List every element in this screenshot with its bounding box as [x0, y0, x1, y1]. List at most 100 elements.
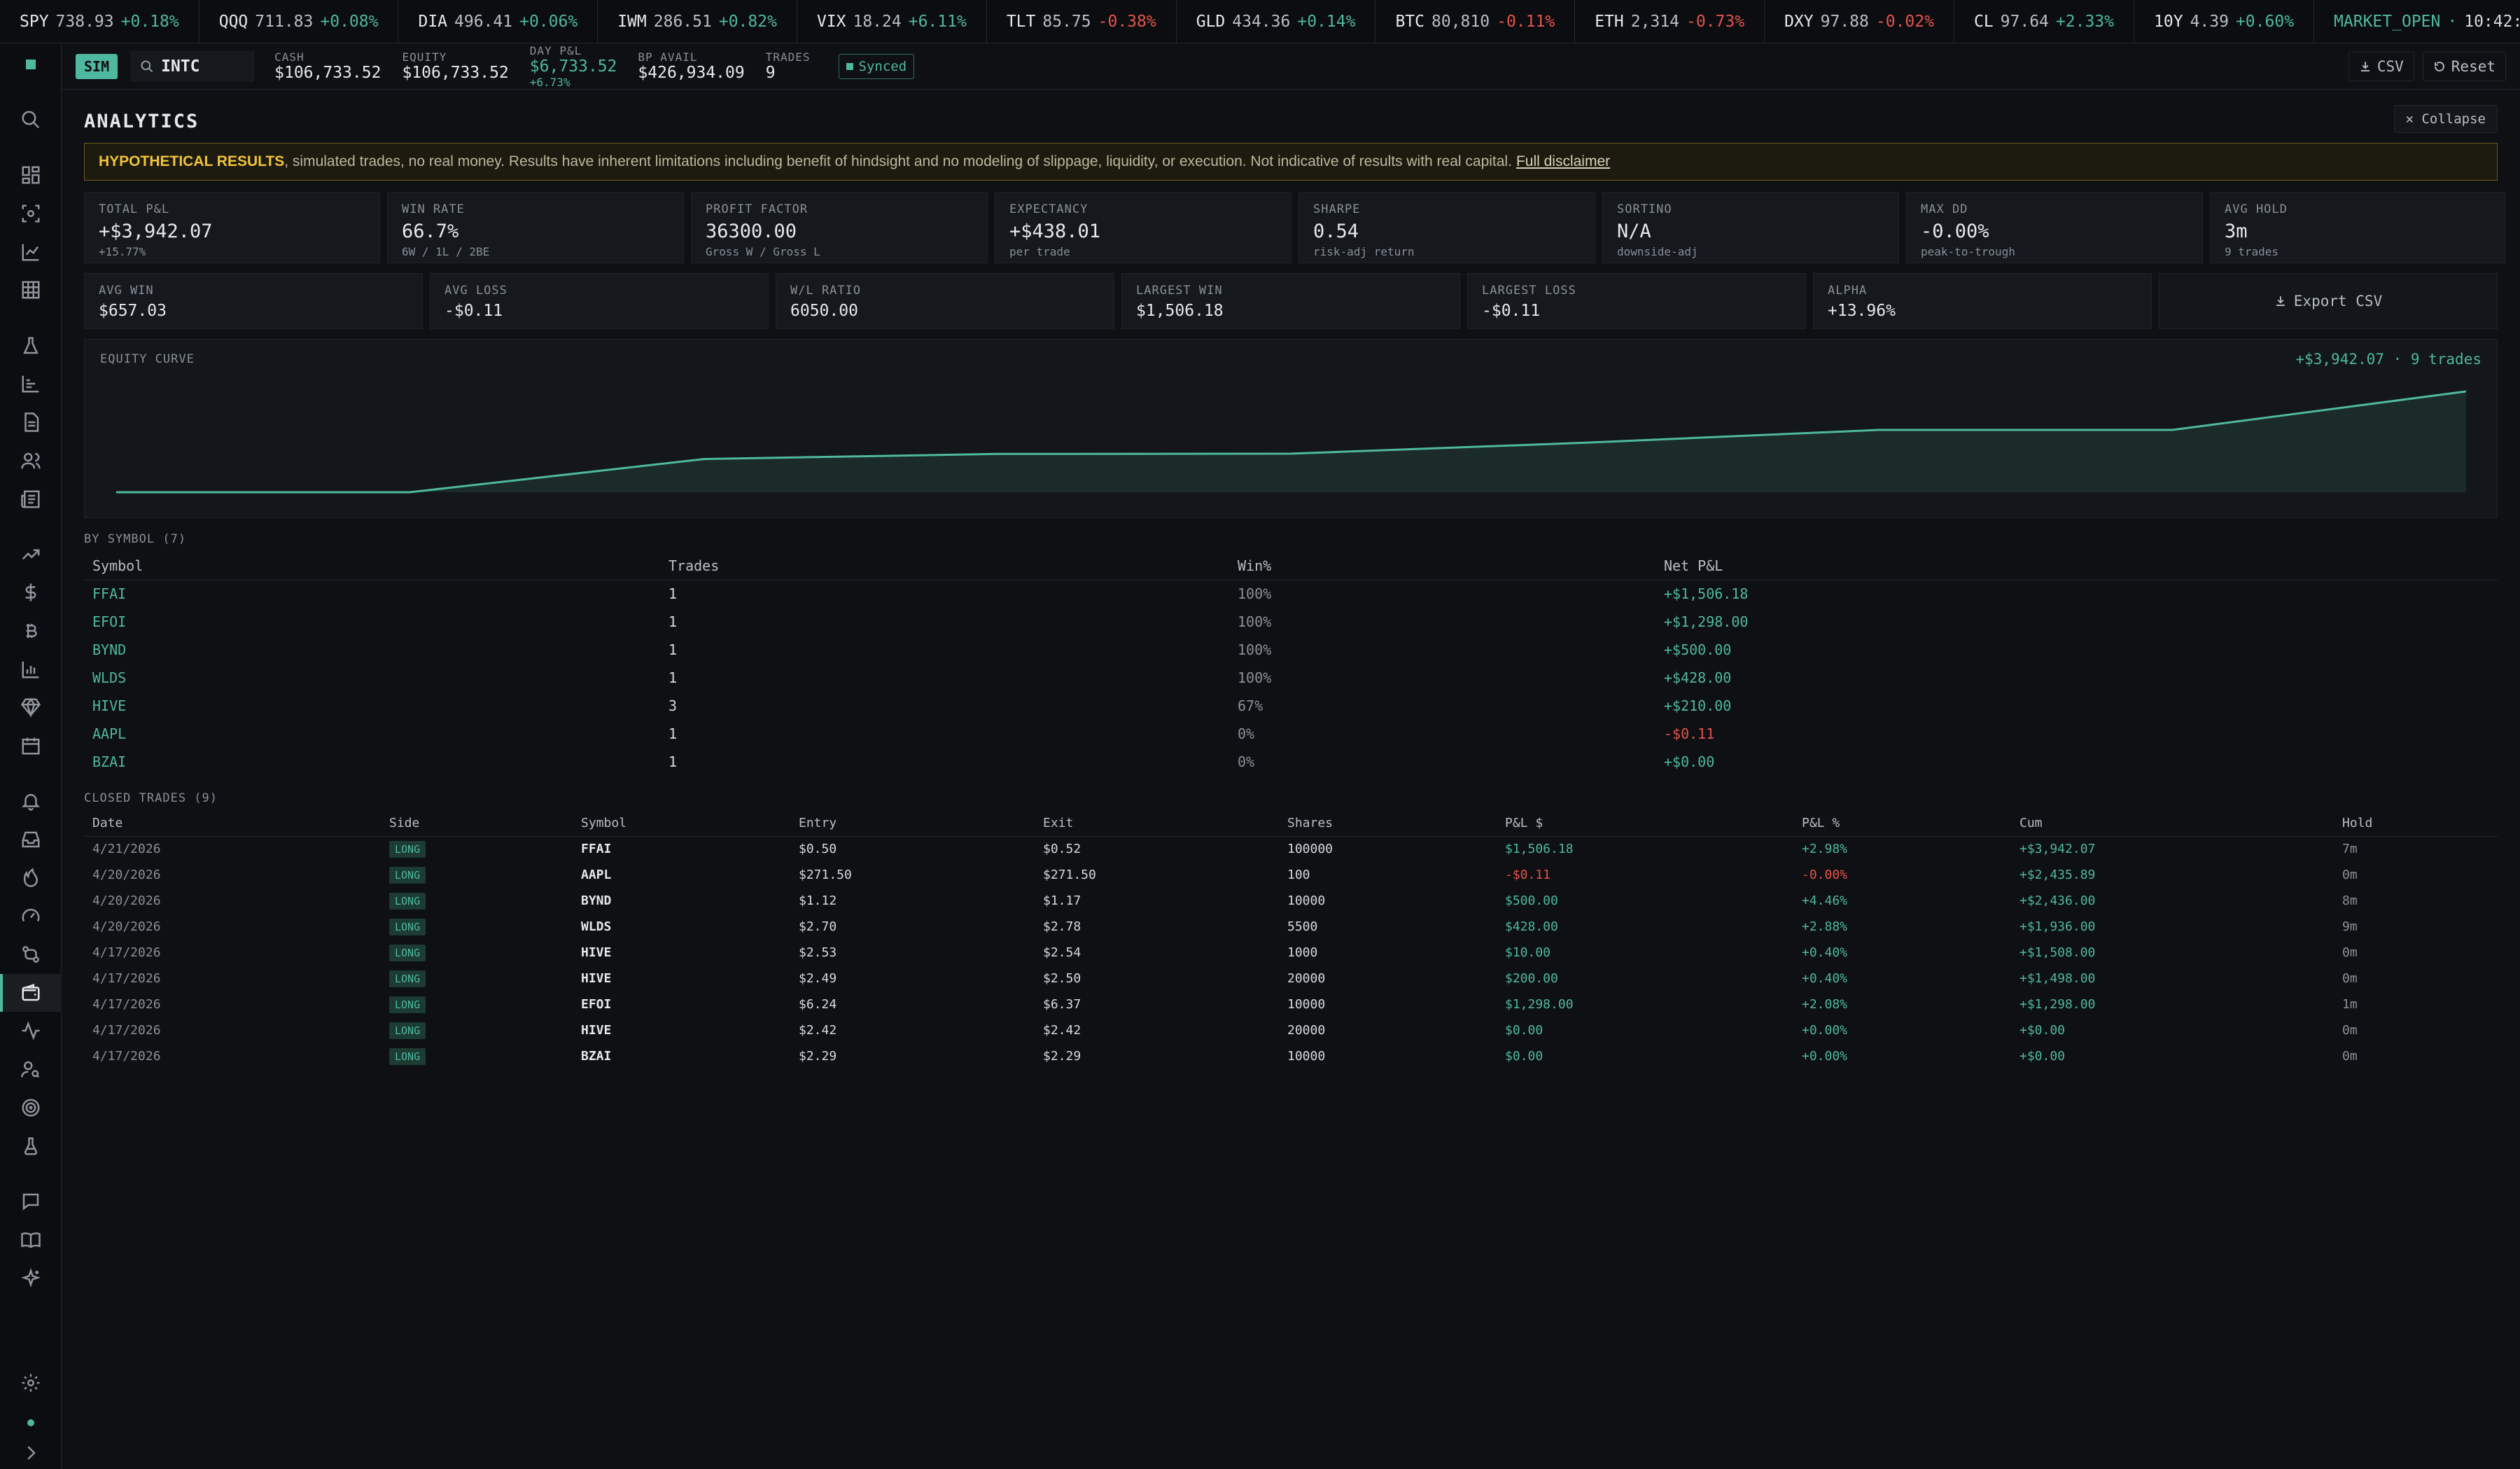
ticker-item-spy[interactable]: SPY 738.93 +0.18%	[0, 0, 200, 43]
symbol-cell[interactable]: WLDS	[84, 664, 660, 692]
table-row[interactable]: BZAI 1 0% +$0.00	[84, 748, 2498, 776]
closed-trades-header[interactable]: Exit	[1035, 811, 1279, 837]
symbol-cell[interactable]: AAPL	[573, 862, 790, 888]
symbol-cell[interactable]: HIVE	[84, 692, 660, 720]
symbol-cell[interactable]: FFAI	[84, 580, 660, 608]
closed-trades-header[interactable]: Shares	[1279, 811, 1497, 837]
ticker-price: 2,314	[1630, 12, 1679, 31]
by-symbol-header[interactable]: Net P&L	[1656, 552, 2498, 580]
ticker-item-iwm[interactable]: IWM 286.51 +0.82%	[598, 0, 797, 43]
closed-trades-header[interactable]: Side	[381, 811, 573, 837]
table-row[interactable]: 4/17/2026 LONG HIVE $2.53 $2.54 1000 $10.00 +0.…	[84, 940, 2498, 966]
sidebar-item-users[interactable]	[15, 445, 46, 476]
symbol-cell[interactable]: EFOI	[573, 991, 790, 1017]
by-symbol-header[interactable]: Trades	[660, 552, 1229, 580]
export-csv-button[interactable]: Export CSV	[2159, 273, 2498, 329]
closed-trades-header[interactable]: P&L %	[1793, 811, 2011, 837]
closed-trades-header[interactable]: Entry	[790, 811, 1035, 837]
sidebar-item-settings[interactable]	[15, 1367, 46, 1398]
csv-button[interactable]: CSV	[2348, 51, 2414, 81]
sidebar-item-trending[interactable]	[15, 539, 46, 570]
sim-mode-badge[interactable]: SIM	[76, 53, 118, 79]
sidebar-item-flask[interactable]	[15, 330, 46, 361]
closed-trades-header[interactable]: P&L $	[1497, 811, 1793, 837]
expand-icon	[27, 1446, 36, 1460]
ticker-item-gld[interactable]: GLD 434.36 +0.14%	[1177, 0, 1376, 43]
table-row[interactable]: 4/21/2026 LONG FFAI $0.50 $0.52 100000 $1,506.…	[84, 836, 2498, 862]
ticker-item-btc[interactable]: BTC 80,810 -0.11%	[1376, 0, 1576, 43]
symbol-search-input[interactable]: INTC	[130, 50, 254, 82]
ticker-item-qqq[interactable]: QQQ 711.83 +0.08%	[200, 0, 399, 43]
sidebar-item-gauge[interactable]	[15, 900, 46, 931]
table-row[interactable]: FFAI 1 100% +$1,506.18	[84, 580, 2498, 608]
table-row[interactable]: WLDS 1 100% +$428.00	[84, 664, 2498, 692]
sidebar-item-bitcoin[interactable]	[15, 615, 46, 646]
sidebar-item-diamond[interactable]	[15, 692, 46, 723]
ticker-item-tlt[interactable]: TLT 85.75 -0.38%	[987, 0, 1177, 43]
sidebar-item-target[interactable]	[15, 1092, 46, 1123]
symbol-cell[interactable]: FFAI	[573, 836, 790, 862]
table-row[interactable]: EFOI 1 100% +$1,298.00	[84, 608, 2498, 636]
ticker-item-dia[interactable]: DIA 496.41 +0.06%	[398, 0, 598, 43]
full-disclaimer-link[interactable]: Full disclaimer	[1516, 153, 1610, 170]
sidebar-item-chart-line[interactable]	[15, 237, 46, 267]
by-symbol-header[interactable]: Win%	[1229, 552, 1656, 580]
symbol-cell[interactable]: EFOI	[84, 608, 660, 636]
symbol-cell[interactable]: BZAI	[84, 748, 660, 776]
table-row[interactable]: HIVE 3 67% +$210.00	[84, 692, 2498, 720]
metric-label: AVG HOLD	[2225, 202, 2288, 216]
sidebar-item-activity[interactable]	[15, 1015, 46, 1046]
sidebar-item-bell[interactable]	[15, 786, 46, 816]
symbol-cell[interactable]: BZAI	[573, 1043, 790, 1069]
sidebar-item-inbox[interactable]	[15, 824, 46, 855]
closed-trades-header[interactable]: Hold	[2334, 811, 2498, 837]
sidebar-item-news[interactable]	[15, 484, 46, 515]
symbol-cell[interactable]: HIVE	[573, 1017, 790, 1043]
logo-icon[interactable]	[15, 49, 46, 80]
sidebar-item-chat[interactable]	[15, 1186, 46, 1217]
symbol-cell[interactable]: AAPL	[84, 720, 660, 748]
table-row[interactable]: 4/17/2026 LONG HIVE $2.42 $2.42 20000 $0.00 +0.…	[84, 1017, 2498, 1043]
sidebar-item-calendar[interactable]	[15, 730, 46, 761]
table-row[interactable]: 4/17/2026 LONG EFOI $6.24 $6.37 10000 $1,298.0…	[84, 991, 2498, 1017]
closed-trades-header[interactable]: Symbol	[573, 811, 790, 837]
sidebar-item-search[interactable]	[15, 104, 46, 135]
sidebar-item-sparkle[interactable]	[15, 1263, 46, 1294]
ticker-item-eth[interactable]: ETH 2,314 -0.73%	[1575, 0, 1765, 43]
sidebar-item-scan[interactable]	[15, 198, 46, 229]
sidebar-item-stats[interactable]	[15, 654, 46, 685]
ticker-item-10y[interactable]: 10Y 4.39 +0.60%	[2134, 0, 2315, 43]
sidebar-item-dashboard[interactable]	[15, 160, 46, 190]
sidebar-item-book[interactable]	[15, 1225, 46, 1255]
ticker-item-vix[interactable]: VIX 18.24 +6.11%	[797, 0, 987, 43]
symbol-cell[interactable]: HIVE	[573, 966, 790, 991]
table-row[interactable]: 4/20/2026 LONG BYND $1.12 $1.17 10000 $500.00 +…	[84, 888, 2498, 914]
sidebar-item-git-compare[interactable]	[15, 939, 46, 970]
symbol-cell[interactable]: HIVE	[573, 940, 790, 966]
symbol-cell[interactable]: BYND	[84, 636, 660, 664]
closed-trades-header[interactable]: Date	[84, 811, 381, 837]
symbol-cell[interactable]: WLDS	[573, 914, 790, 940]
sidebar-item-flame[interactable]	[15, 862, 46, 893]
table-row[interactable]: 4/20/2026 LONG WLDS $2.70 $2.78 5500 $428.00 +2…	[84, 914, 2498, 940]
sidebar-item-user-search[interactable]	[15, 1054, 46, 1085]
table-row[interactable]: BYND 1 100% +$500.00	[84, 636, 2498, 664]
sidebar-item-dollar[interactable]	[15, 577, 46, 608]
reset-button[interactable]: Reset	[2422, 51, 2506, 81]
sidebar-item-grid[interactable]	[15, 274, 46, 305]
by-symbol-header[interactable]: Symbol	[84, 552, 660, 580]
table-row[interactable]: AAPL 1 0% -$0.11	[84, 720, 2498, 748]
sidebar-item-expand[interactable]	[15, 1437, 46, 1468]
table-row[interactable]: 4/17/2026 LONG HIVE $2.49 $2.50 20000 $200.00 +…	[84, 966, 2498, 991]
ticker-item-dxy[interactable]: DXY 97.88 -0.02%	[1765, 0, 1954, 43]
table-row[interactable]: 4/20/2026 LONG AAPL $271.50 $271.50 100 -$0.11…	[84, 862, 2498, 888]
sidebar-item-bar-chart[interactable]	[15, 368, 46, 399]
table-row[interactable]: 4/17/2026 LONG BZAI $2.29 $2.29 10000 $0.00 +0.…	[84, 1043, 2498, 1069]
sidebar-item-beaker[interactable]	[15, 1131, 46, 1162]
sidebar-item-wallet[interactable]	[15, 977, 46, 1008]
ticker-item-cl[interactable]: CL 97.64 +2.33%	[1954, 0, 2135, 43]
closed-trades-header[interactable]: Cum	[2011, 811, 2334, 837]
collapse-button[interactable]: ✕ Collapse	[2393, 105, 2498, 133]
sidebar-item-document[interactable]	[15, 407, 46, 438]
symbol-cell[interactable]: BYND	[573, 888, 790, 914]
